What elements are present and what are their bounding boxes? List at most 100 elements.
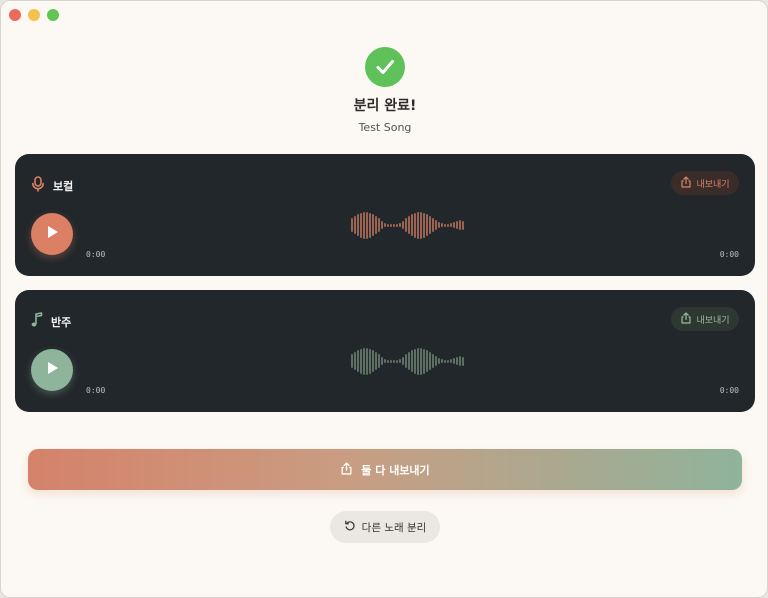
waveform-bar [423,348,425,374]
track-label: 보컬 [53,180,74,193]
waveform-bar [438,222,440,228]
waveform-bar [426,214,428,236]
waveform-bar [420,211,422,239]
waveform-bar [381,357,383,365]
waveform-bar [405,354,407,368]
waveform-bar [360,348,362,374]
waveform-bar [417,347,419,375]
export-vocal-button[interactable]: 내보내기 [671,171,739,195]
window-controls [9,9,59,21]
vocal-waveform[interactable] [351,211,475,239]
waveform-bar [369,212,371,238]
waveform-bar [375,352,377,370]
waveform-bar [360,212,362,238]
waveform-bar [372,350,374,372]
waveform-bar [411,350,413,372]
waveform-bar [384,223,386,227]
waveform-bar [384,359,386,363]
export-label: 내보내기 [696,179,730,190]
waveform-bar [369,348,371,374]
waveform-bar [432,218,434,232]
share-icon [680,175,692,191]
export-instrumental-button[interactable]: 내보내기 [671,307,739,331]
share-icon [680,311,692,327]
waveform-bar [459,356,461,366]
waveform-bar [414,212,416,238]
app-window: 분리 완료! Test Song 보컬 내보내기 0:00 0:00 반주 내보… [0,0,768,598]
song-name: Test Song [358,121,412,134]
waveform-bar [447,359,449,363]
waveform-bar [357,214,359,236]
waveform-bar [462,356,464,366]
waveform-bar [354,216,356,234]
separate-another-song-button[interactable]: 다른 노래 분리 [330,511,440,543]
export-both-label: 둘 다 내보내기 [361,463,430,477]
close-window-button[interactable] [9,9,21,21]
waveform-bar [351,354,353,368]
waveform-bar [435,220,437,230]
waveform-bar [393,359,395,363]
waveform-bar [456,357,458,365]
waveform-bar [408,216,410,234]
play-vocal-button[interactable] [31,213,73,255]
play-icon [44,360,60,380]
refresh-icon [344,520,356,535]
waveform-bar [390,359,392,363]
waveform-bar [444,359,446,363]
play-icon [44,224,60,244]
waveform-bar [399,223,401,227]
page-title: 분리 완료! [353,98,417,114]
instrumental-track-card: 반주 내보내기 0:00 0:00 [15,290,755,412]
waveform-bar [381,221,383,229]
waveform-bar [393,223,395,227]
waveform-bar [408,352,410,370]
waveform-bar [444,223,446,227]
separate-again-label: 다른 노래 분리 [361,521,427,534]
waveform-bar [366,347,368,375]
waveform-bar [447,223,449,227]
waveform-bar [441,359,443,363]
waveform-bar [453,222,455,228]
current-time: 0:00 [86,386,106,395]
waveform-bar [402,357,404,365]
waveform-bar [438,358,440,364]
share-icon [340,461,353,478]
waveform-bar [402,221,404,229]
waveform-bar [423,212,425,238]
waveform-bar [390,223,392,227]
waveform-bar [399,359,401,363]
waveform-bar [387,359,389,363]
checkmark-icon [365,47,405,87]
waveform-bar [366,211,368,239]
maximize-window-button[interactable] [47,9,59,21]
waveform-bar [426,350,428,372]
instrumental-waveform[interactable] [351,347,475,375]
waveform-bar [420,347,422,375]
waveform-bar [462,220,464,230]
waveform-bar [363,211,365,239]
play-instrumental-button[interactable] [31,349,73,391]
track-header: 보컬 [31,176,73,196]
waveform-bar [387,223,389,227]
export-both-button[interactable]: 둘 다 내보내기 [28,449,742,490]
waveform-bar [450,359,452,363]
waveform-bar [372,214,374,236]
waveform-bar [363,347,365,375]
duration: 0:00 [719,386,739,395]
waveform-bar [396,359,398,363]
current-time: 0:00 [86,250,106,259]
export-label: 내보내기 [696,315,730,326]
waveform-bar [411,214,413,236]
microphone-icon [31,176,45,196]
waveform-bar [453,358,455,364]
track-label: 반주 [51,316,72,329]
waveform-bar [414,348,416,374]
duration: 0:00 [719,250,739,259]
waveform-bar [435,356,437,366]
waveform-bar [450,223,452,227]
waveform-bar [375,216,377,234]
waveform-bar [429,216,431,234]
minimize-window-button[interactable] [28,9,40,21]
waveform-bar [432,354,434,368]
waveform-bar [417,211,419,239]
